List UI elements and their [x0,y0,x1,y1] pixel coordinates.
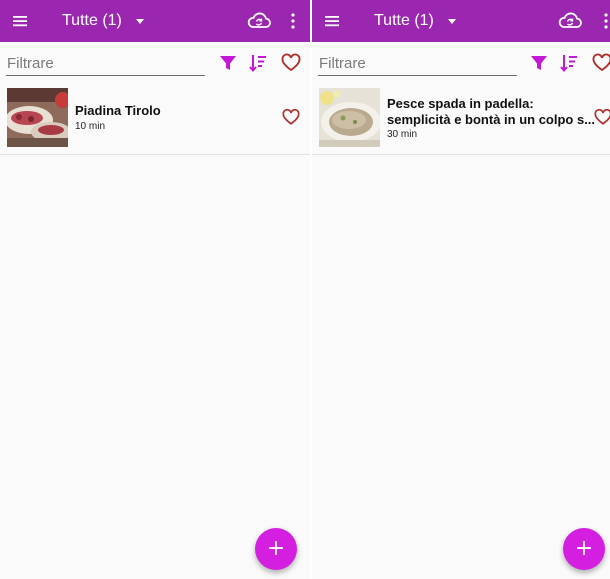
list-item[interactable]: Pesce spada in padella: semplicità e bon… [312,80,610,155]
sort-icon[interactable] [558,52,580,74]
more-vert-icon[interactable] [288,11,298,31]
sort-icon[interactable] [247,52,269,74]
recipe-time: 10 min [75,121,106,132]
recipe-list: Pesce spada in padella: semplicità e bon… [312,80,610,155]
list-item[interactable]: Piadina Tirolo 10 min [0,80,310,155]
filter-input[interactable] [6,52,205,76]
recipe-list-screen-right: Tutte (1) Filtrare Pesce spada in padell… [312,0,610,579]
filter-funnel-icon[interactable] [217,52,239,74]
heart-outline-icon[interactable] [591,52,610,74]
recipe-title-line-2: semplicità e bontà in un colpo s... [387,112,596,127]
category-title: Tutte (1) [62,12,122,29]
app-bar: Tutte (1) [312,0,610,42]
plus-icon: + [574,536,594,561]
recipe-title-line-1: Pesce spada in padella: [387,96,534,111]
filter-input[interactable] [318,52,517,76]
recipe-list: Piadina Tirolo 10 min [0,80,310,155]
recipe-list-screen-left: Tutte (1) Filtrare Piadina Tirolo 10 min… [0,0,310,579]
cloud-sync-icon[interactable] [246,9,272,33]
app-bar: Tutte (1) [0,0,310,42]
recipe-thumbnail [319,88,380,147]
recipe-title: Piadina Tirolo [75,103,161,118]
category-title: Tutte (1) [374,12,434,29]
category-dropdown[interactable]: Tutte (1) [62,11,144,31]
plus-icon: + [266,536,286,561]
heart-outline-icon[interactable] [280,52,302,74]
filter-funnel-icon[interactable] [528,52,550,74]
add-recipe-button[interactable]: + [563,528,605,570]
hamburger-menu-icon[interactable] [10,12,30,30]
category-dropdown[interactable]: Tutte (1) [374,11,456,31]
recipe-thumbnail [7,88,68,147]
heart-outline-icon[interactable] [593,108,610,126]
more-vert-icon[interactable] [601,11,610,31]
filter-bar [0,42,310,80]
heart-outline-icon[interactable] [281,108,301,126]
arrow-drop-down-icon [447,18,456,24]
cloud-sync-icon[interactable] [557,9,583,33]
arrow-drop-down-icon [135,18,144,24]
hamburger-menu-icon[interactable] [322,12,342,30]
recipe-time: 30 min [387,129,418,140]
filter-bar [312,42,610,80]
add-recipe-button[interactable]: + [255,528,297,570]
